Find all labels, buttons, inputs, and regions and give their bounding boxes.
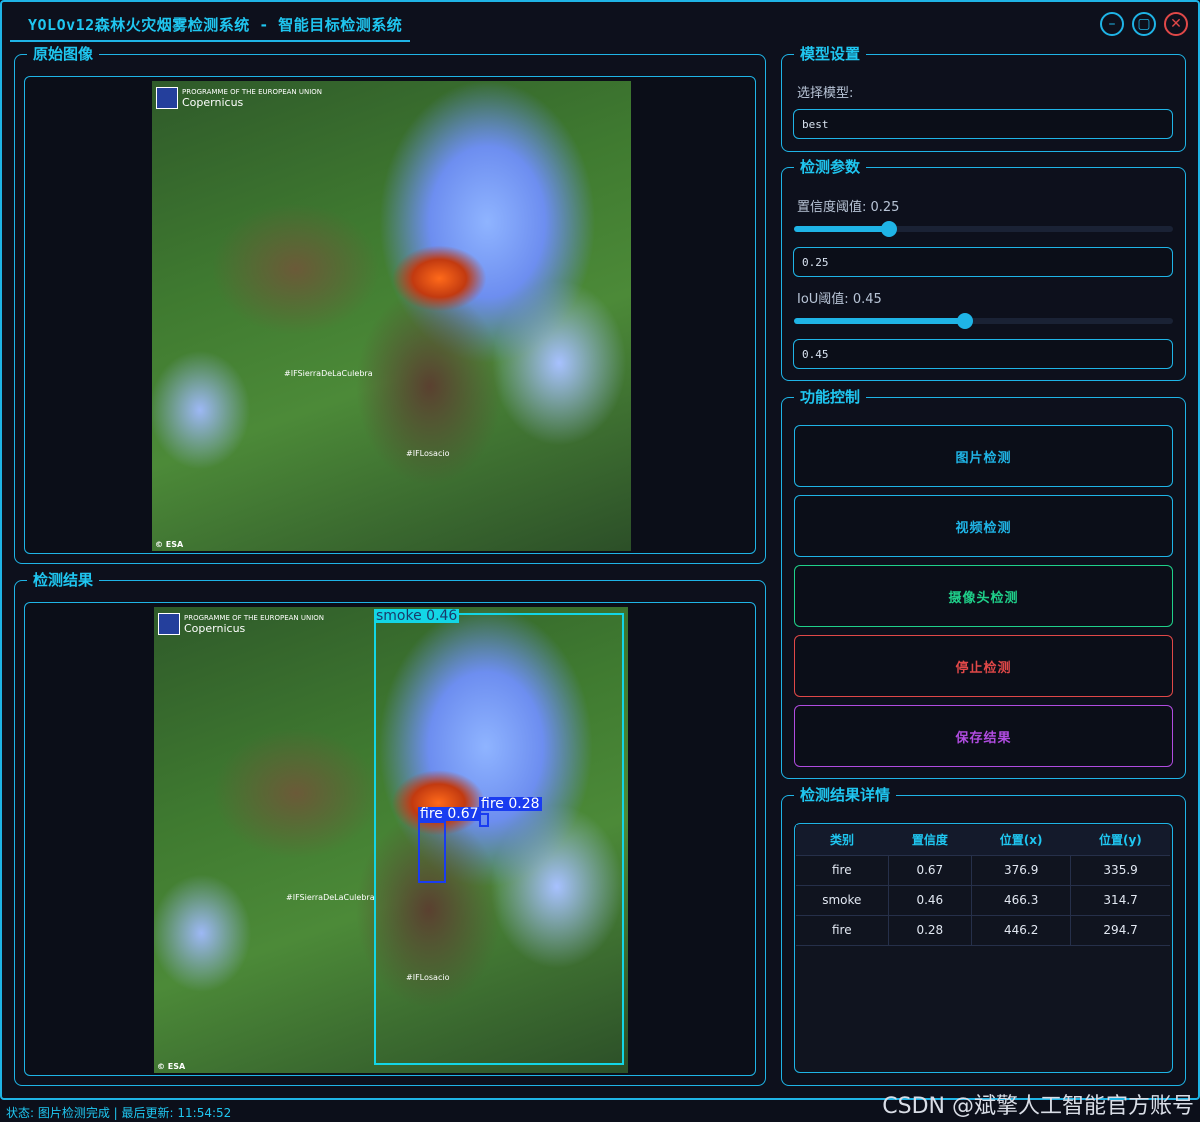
iou-slider[interactable] — [794, 313, 1173, 329]
eu-flag-icon — [158, 613, 180, 635]
cell-x: 446.2 — [971, 915, 1072, 946]
column-header-confidence[interactable]: 置信度 — [888, 825, 972, 856]
cell-y: 294.7 — [1070, 915, 1170, 946]
confidence-slider-thumb[interactable] — [880, 221, 897, 237]
video-detect-button[interactable]: 视频检测 — [794, 495, 1173, 557]
model-select-label: 选择模型: — [797, 86, 854, 101]
maximize-icon[interactable]: ▢ — [1132, 12, 1156, 36]
panel-title-result: 检测结果 — [27, 570, 100, 590]
watermark: CSDN @斌擎人工智能官方账号 — [882, 1094, 1194, 1119]
esa-credit: © ESA — [157, 1062, 186, 1071]
original-image-frame: PROGRAMME OF THE EUROPEAN UNION Copernicu… — [24, 76, 756, 554]
panel-title-details: 检测结果详情 — [794, 785, 897, 805]
detection-box-fire-2 — [479, 813, 489, 827]
model-select[interactable]: best — [793, 109, 1173, 139]
eu-flag-icon — [156, 87, 178, 109]
cell-x: 376.9 — [971, 855, 1072, 886]
detection-label-smoke: smoke 0.46 — [374, 608, 460, 624]
stop-detect-button[interactable]: 停止检测 — [794, 635, 1173, 697]
window-title: YOLOv12森林火灾烟雾检测系统 - 智能目标检测系统 — [28, 15, 403, 34]
minimize-icon[interactable]: – — [1100, 12, 1124, 36]
panel-title-params: 检测参数 — [794, 157, 867, 177]
confidence-threshold-label: 置信度阈值: 0.25 — [797, 200, 900, 215]
result-image-frame: PROGRAMME OF THE EUROPEAN UNION Copernicu… — [24, 602, 756, 1076]
cell-confidence: 0.46 — [888, 885, 973, 916]
status-bar: 状态: 图片检测完成 | 最后更新: 11:54:52 — [6, 1106, 232, 1120]
column-header-y[interactable]: 位置(y) — [1070, 825, 1170, 856]
iou-input[interactable]: 0.45 — [793, 339, 1173, 369]
detection-label-fire-1: fire 0.67 — [418, 806, 481, 822]
esa-credit: © ESA — [155, 540, 184, 549]
iou-slider-thumb[interactable] — [956, 313, 973, 329]
table-row[interactable]: smoke 0.46 466.3 314.7 — [796, 885, 1170, 916]
cell-confidence: 0.67 — [888, 855, 973, 886]
image-detect-button[interactable]: 图片检测 — [794, 425, 1173, 487]
cell-class: fire — [796, 915, 889, 946]
image-label-losacio: #IFLosacio — [406, 449, 450, 458]
detection-label-fire-2: fire 0.28 — [479, 796, 542, 812]
cell-y: 335.9 — [1070, 855, 1170, 886]
title-bar: YOLOv12森林火灾烟雾检测系统 - 智能目标检测系统 — [10, 8, 410, 42]
confidence-slider[interactable] — [794, 221, 1173, 237]
close-icon[interactable]: ✕ — [1164, 12, 1188, 36]
confidence-slider-fill — [794, 226, 889, 232]
cell-y: 314.7 — [1070, 885, 1170, 916]
detection-box-fire-1 — [418, 821, 446, 883]
camera-detect-button[interactable]: 摄像头检测 — [794, 565, 1173, 627]
iou-threshold-label: IoU阈值: 0.45 — [797, 292, 882, 307]
panel-title-function: 功能控制 — [794, 387, 867, 407]
confidence-input[interactable]: 0.25 — [793, 247, 1173, 277]
window-controls: – ▢ ✕ — [1100, 12, 1188, 36]
table-row[interactable]: fire 0.28 446.2 294.7 — [796, 915, 1170, 946]
iou-slider-fill — [794, 318, 965, 324]
column-header-class[interactable]: 类别 — [796, 825, 889, 856]
cell-confidence: 0.28 — [888, 915, 973, 946]
column-header-x[interactable]: 位置(x) — [971, 825, 1071, 856]
result-satellite-image: PROGRAMME OF THE EUROPEAN UNION Copernicu… — [154, 607, 628, 1073]
panel-title-model: 模型设置 — [794, 44, 867, 64]
image-label-culebra: #IFSierraDeLaCulebra — [286, 893, 375, 902]
detection-box-smoke — [374, 613, 624, 1065]
table-header-row: 类别 置信度 位置(x) 位置(y) — [796, 825, 1170, 856]
panel-title-original: 原始图像 — [27, 44, 100, 64]
result-table: 类别 置信度 位置(x) 位置(y) fire 0.67 376.9 335.9… — [796, 825, 1170, 946]
copernicus-logo: PROGRAMME OF THE EUROPEAN UNION Copernicu… — [158, 613, 324, 635]
original-satellite-image: PROGRAMME OF THE EUROPEAN UNION Copernicu… — [152, 81, 631, 551]
save-result-button[interactable]: 保存结果 — [794, 705, 1173, 767]
copernicus-logo: PROGRAMME OF THE EUROPEAN UNION Copernicu… — [156, 87, 322, 109]
table-row[interactable]: fire 0.67 376.9 335.9 — [796, 855, 1170, 886]
cell-class: fire — [796, 855, 889, 886]
image-label-culebra: #IFSierraDeLaCulebra — [284, 369, 373, 378]
cell-x: 466.3 — [971, 885, 1072, 916]
cell-class: smoke — [796, 885, 889, 916]
